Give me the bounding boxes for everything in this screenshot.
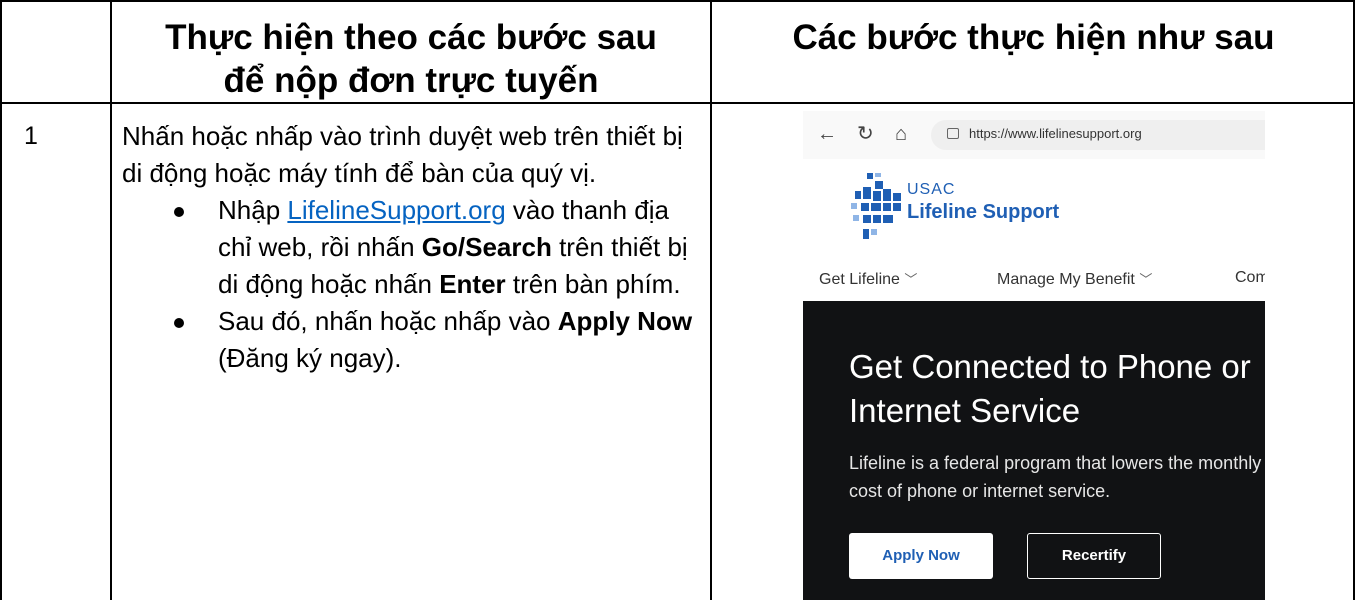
reload-icon[interactable]: ↻ — [857, 122, 874, 146]
step-instructions: Nhấn hoặc nhấp vào trình duyệt web trên … — [122, 118, 702, 377]
table-border-top — [0, 0, 1355, 2]
bullet-dot-icon — [174, 207, 184, 217]
lifelinesupport-link[interactable]: LifelineSupport.org — [287, 195, 505, 225]
address-bar-url: https://www.lifelinesupport.org — [969, 126, 1142, 141]
chevron-down-icon: ﹀ — [904, 272, 918, 287]
step-intro: Nhấn hoặc nhấp vào trình duyệt web trên … — [122, 121, 683, 188]
go-search-text: Go/Search — [421, 232, 552, 262]
bullet-item-1: Nhập LifelineSupport.org vào thanh địa c… — [174, 192, 702, 303]
nav-label: Manage My Benefit — [997, 271, 1135, 288]
lock-icon — [947, 128, 959, 139]
bullet-item-2: Sau đó, nhấn hoặc nhấp vào Apply Now (Đă… — [174, 303, 702, 377]
recertify-button[interactable]: Recertify — [1027, 533, 1161, 579]
home-icon[interactable]: ⌂ — [895, 122, 907, 146]
chevron-down-icon: ﹀ — [1139, 272, 1153, 287]
apply-now-text: Apply Now — [557, 306, 693, 336]
header-left-line2: để nộp đơn trực tuyến — [223, 61, 599, 100]
instructions-table: Thực hiện theo các bước sau để nộp đơn t… — [0, 0, 1355, 600]
table-divider-col2 — [710, 0, 712, 600]
table-border-left — [0, 0, 2, 600]
row-number: 1 — [24, 122, 38, 150]
apply-now-button[interactable]: Apply Now — [849, 533, 993, 579]
browser-screenshot: ← ↻ ⌂ https://www.lifelinesupport.org US… — [803, 111, 1265, 600]
hero-description: Lifeline is a federal program that lower… — [849, 453, 1262, 501]
nav-manage-benefit[interactable]: Manage My Benefit ﹀ — [997, 269, 1152, 289]
usac-logo-icon — [851, 173, 901, 239]
hero-section: Get Connected to Phone or Internet Servi… — [803, 301, 1265, 600]
bullet1-text-post: trên bàn phím. — [505, 269, 681, 299]
browser-toolbar: ← ↻ ⌂ https://www.lifelinesupport.org — [803, 111, 1265, 159]
step-bullets: Nhập LifelineSupport.org vào thanh địa c… — [122, 192, 702, 377]
header-left: Thực hiện theo các bước sau để nộp đơn t… — [112, 16, 710, 102]
back-arrow-icon[interactable]: ← — [817, 122, 837, 146]
bullet-dot-icon — [174, 318, 184, 328]
address-bar[interactable]: https://www.lifelinesupport.org — [931, 120, 1265, 150]
header-right: Các bước thực hiện như sau — [792, 18, 1275, 57]
logo-name-text: Lifeline Support — [907, 201, 1060, 223]
nav-contact[interactable]: Com — [1235, 269, 1265, 287]
bullet2-text-post: (Đăng ký ngay). — [218, 343, 402, 373]
logo-org-text: USAC — [907, 181, 956, 198]
bullet2-text-pre: Sau đó, nhấn hoặc nhấp vào — [218, 306, 558, 336]
header-left-line1: Thực hiện theo các bước sau — [165, 18, 657, 57]
hero-title: Get Connected to Phone or Internet Servi… — [849, 348, 1251, 429]
nav-label: Com — [1235, 269, 1265, 286]
bullet1-text-pre: Nhập — [218, 195, 288, 225]
nav-get-lifeline[interactable]: Get Lifeline ﹀ — [819, 269, 917, 289]
enter-key-text: Enter — [439, 269, 506, 299]
table-header-divider — [0, 102, 1355, 104]
nav-label: Get Lifeline — [819, 271, 900, 288]
